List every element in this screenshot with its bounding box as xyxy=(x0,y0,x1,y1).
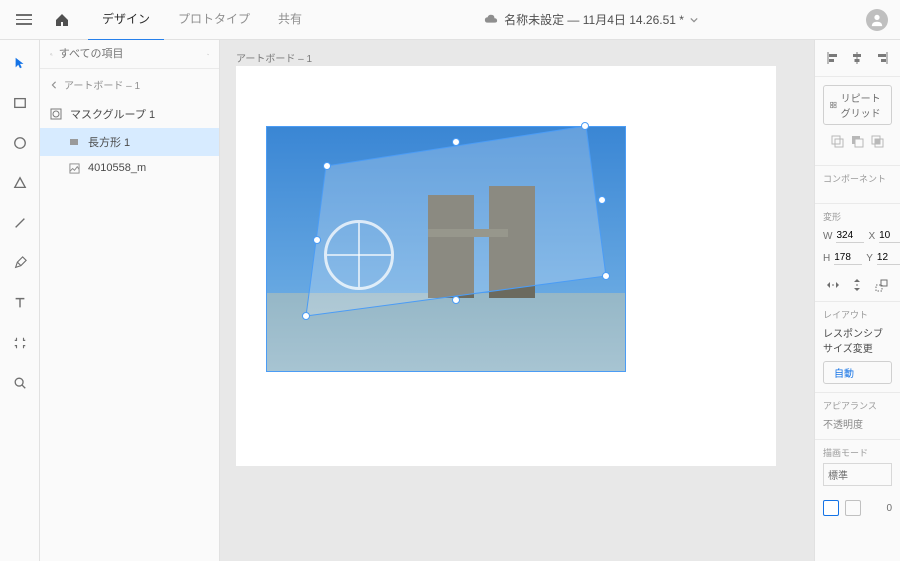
user-icon xyxy=(870,13,884,27)
handle-mr[interactable] xyxy=(598,196,606,204)
cloud-icon xyxy=(484,13,498,27)
topbar-right xyxy=(866,9,888,31)
chevron-left-icon xyxy=(50,81,58,89)
menu-icon[interactable] xyxy=(12,8,36,32)
align-right-icon[interactable] xyxy=(874,50,890,66)
handle-tm[interactable] xyxy=(452,138,460,146)
rectangle-tool[interactable] xyxy=(7,90,33,116)
ellipse-tool[interactable] xyxy=(7,130,33,156)
appearance-label: アピアランス xyxy=(815,393,900,414)
height-row: H Y xyxy=(815,247,900,269)
breadcrumb[interactable]: アートボード – 1 xyxy=(40,69,219,100)
layer-label: マスクグループ 1 xyxy=(70,106,155,122)
blend-mode-select[interactable]: 標準 xyxy=(823,463,892,486)
align-left-icon[interactable] xyxy=(825,50,841,66)
h-label: H xyxy=(823,253,830,264)
search-icon xyxy=(50,49,53,60)
y-label: Y xyxy=(866,253,873,264)
x-input[interactable] xyxy=(879,229,900,243)
zoom-tool[interactable] xyxy=(7,370,33,396)
layer-rectangle[interactable]: 長方形 1 xyxy=(40,128,219,156)
width-row: W X xyxy=(815,225,900,247)
handle-bm[interactable] xyxy=(452,296,460,304)
line-tool[interactable] xyxy=(7,210,33,236)
layer-label: 長方形 1 xyxy=(88,134,130,150)
align-row xyxy=(815,40,900,77)
polygon-tool[interactable] xyxy=(7,170,33,196)
mask-icon xyxy=(50,108,62,120)
text-tool[interactable] xyxy=(7,290,33,316)
fill-row: 0 xyxy=(815,494,900,522)
select-tool[interactable] xyxy=(7,50,33,76)
rect-icon xyxy=(68,136,80,148)
repeat-grid-row: リピートグリッド xyxy=(815,77,900,166)
artboard-label[interactable]: アートボード – 1 xyxy=(236,50,312,65)
boolean-ops xyxy=(823,125,892,157)
transform-selection[interactable] xyxy=(286,116,626,316)
union-icon[interactable] xyxy=(829,133,845,149)
topbar-left: デザイン プロトタイプ 共有 xyxy=(12,0,316,41)
flip-row xyxy=(815,269,900,302)
home-button[interactable] xyxy=(48,6,76,34)
handle-bl[interactable] xyxy=(302,312,310,320)
layer-label: 4010558_m xyxy=(88,162,146,174)
repeat-grid-label: リピートグリッド xyxy=(841,90,885,120)
opacity-label: 不透明度 xyxy=(815,414,900,440)
artboard[interactable] xyxy=(236,66,776,466)
fill-value: 0 xyxy=(886,503,892,514)
layers-panel: アートボード – 1 マスクグループ 1 長方形 1 4010558_m xyxy=(40,40,220,561)
responsive-label: レスポンシブサイズ変更 xyxy=(815,323,900,357)
home-icon xyxy=(54,12,70,28)
doc-title-area[interactable]: 名称未設定 — 11月4日 14.26.51 * xyxy=(316,11,866,28)
chevron-down-icon xyxy=(690,16,698,24)
tab-design[interactable]: デザイン xyxy=(88,0,164,41)
layer-image[interactable]: 4010558_m xyxy=(40,156,219,180)
avatar[interactable] xyxy=(866,9,888,31)
height-input[interactable] xyxy=(834,251,862,265)
topbar: デザイン プロトタイプ 共有 名称未設定 — 11月4日 14.26.51 * xyxy=(0,0,900,40)
component-label: コンポーネント xyxy=(815,166,900,187)
fill-swatch[interactable] xyxy=(823,500,839,516)
handle-tl[interactable] xyxy=(323,162,331,170)
flip-vertical-icon[interactable] xyxy=(849,277,865,293)
width-input[interactable] xyxy=(836,229,864,243)
doc-title: 名称未設定 — 11月4日 14.26.51 * xyxy=(504,11,684,28)
properties-panel: リピートグリッド コンポーネント 変形 W X H Y レイアウト レスポンシブ… xyxy=(814,40,900,561)
w-label: W xyxy=(823,231,832,242)
layer-mask-group[interactable]: マスクグループ 1 xyxy=(40,100,219,128)
border-swatch[interactable] xyxy=(845,500,861,516)
layer-search[interactable] xyxy=(40,40,219,69)
intersect-icon[interactable] xyxy=(870,133,886,149)
x-label: X xyxy=(868,231,875,242)
main: アートボード – 1 マスクグループ 1 長方形 1 4010558_m アート… xyxy=(0,40,900,561)
mode-tabs: デザイン プロトタイプ 共有 xyxy=(88,0,316,41)
y-input[interactable] xyxy=(877,251,900,265)
layout-label: レイアウト xyxy=(815,302,900,323)
rotate-icon[interactable] xyxy=(874,277,890,293)
artboard-tool[interactable] xyxy=(7,330,33,356)
transform-label: 変形 xyxy=(815,204,900,225)
align-center-icon[interactable] xyxy=(849,50,865,66)
tab-prototype[interactable]: プロトタイプ xyxy=(164,0,264,41)
grid-icon xyxy=(830,99,837,111)
selection-outline xyxy=(286,116,626,316)
canvas[interactable]: アートボード – 1 xyxy=(220,40,814,561)
chevron-down-icon[interactable] xyxy=(207,50,209,59)
handle-br[interactable] xyxy=(602,272,610,280)
handle-ml[interactable] xyxy=(313,236,321,244)
repeat-grid-button[interactable]: リピートグリッド xyxy=(823,85,892,125)
flip-horizontal-icon[interactable] xyxy=(825,277,841,293)
subtract-icon[interactable] xyxy=(849,133,865,149)
image-icon xyxy=(68,162,80,174)
blend-mode-label: 描画モード xyxy=(815,440,900,461)
tab-share[interactable]: 共有 xyxy=(264,0,316,41)
handle-tr[interactable] xyxy=(581,122,589,130)
pen-tool[interactable] xyxy=(7,250,33,276)
responsive-auto-button[interactable]: 自動 xyxy=(823,361,892,384)
breadcrumb-label: アートボード – 1 xyxy=(64,77,140,92)
search-input[interactable] xyxy=(59,48,201,60)
tool-rail xyxy=(0,40,40,561)
